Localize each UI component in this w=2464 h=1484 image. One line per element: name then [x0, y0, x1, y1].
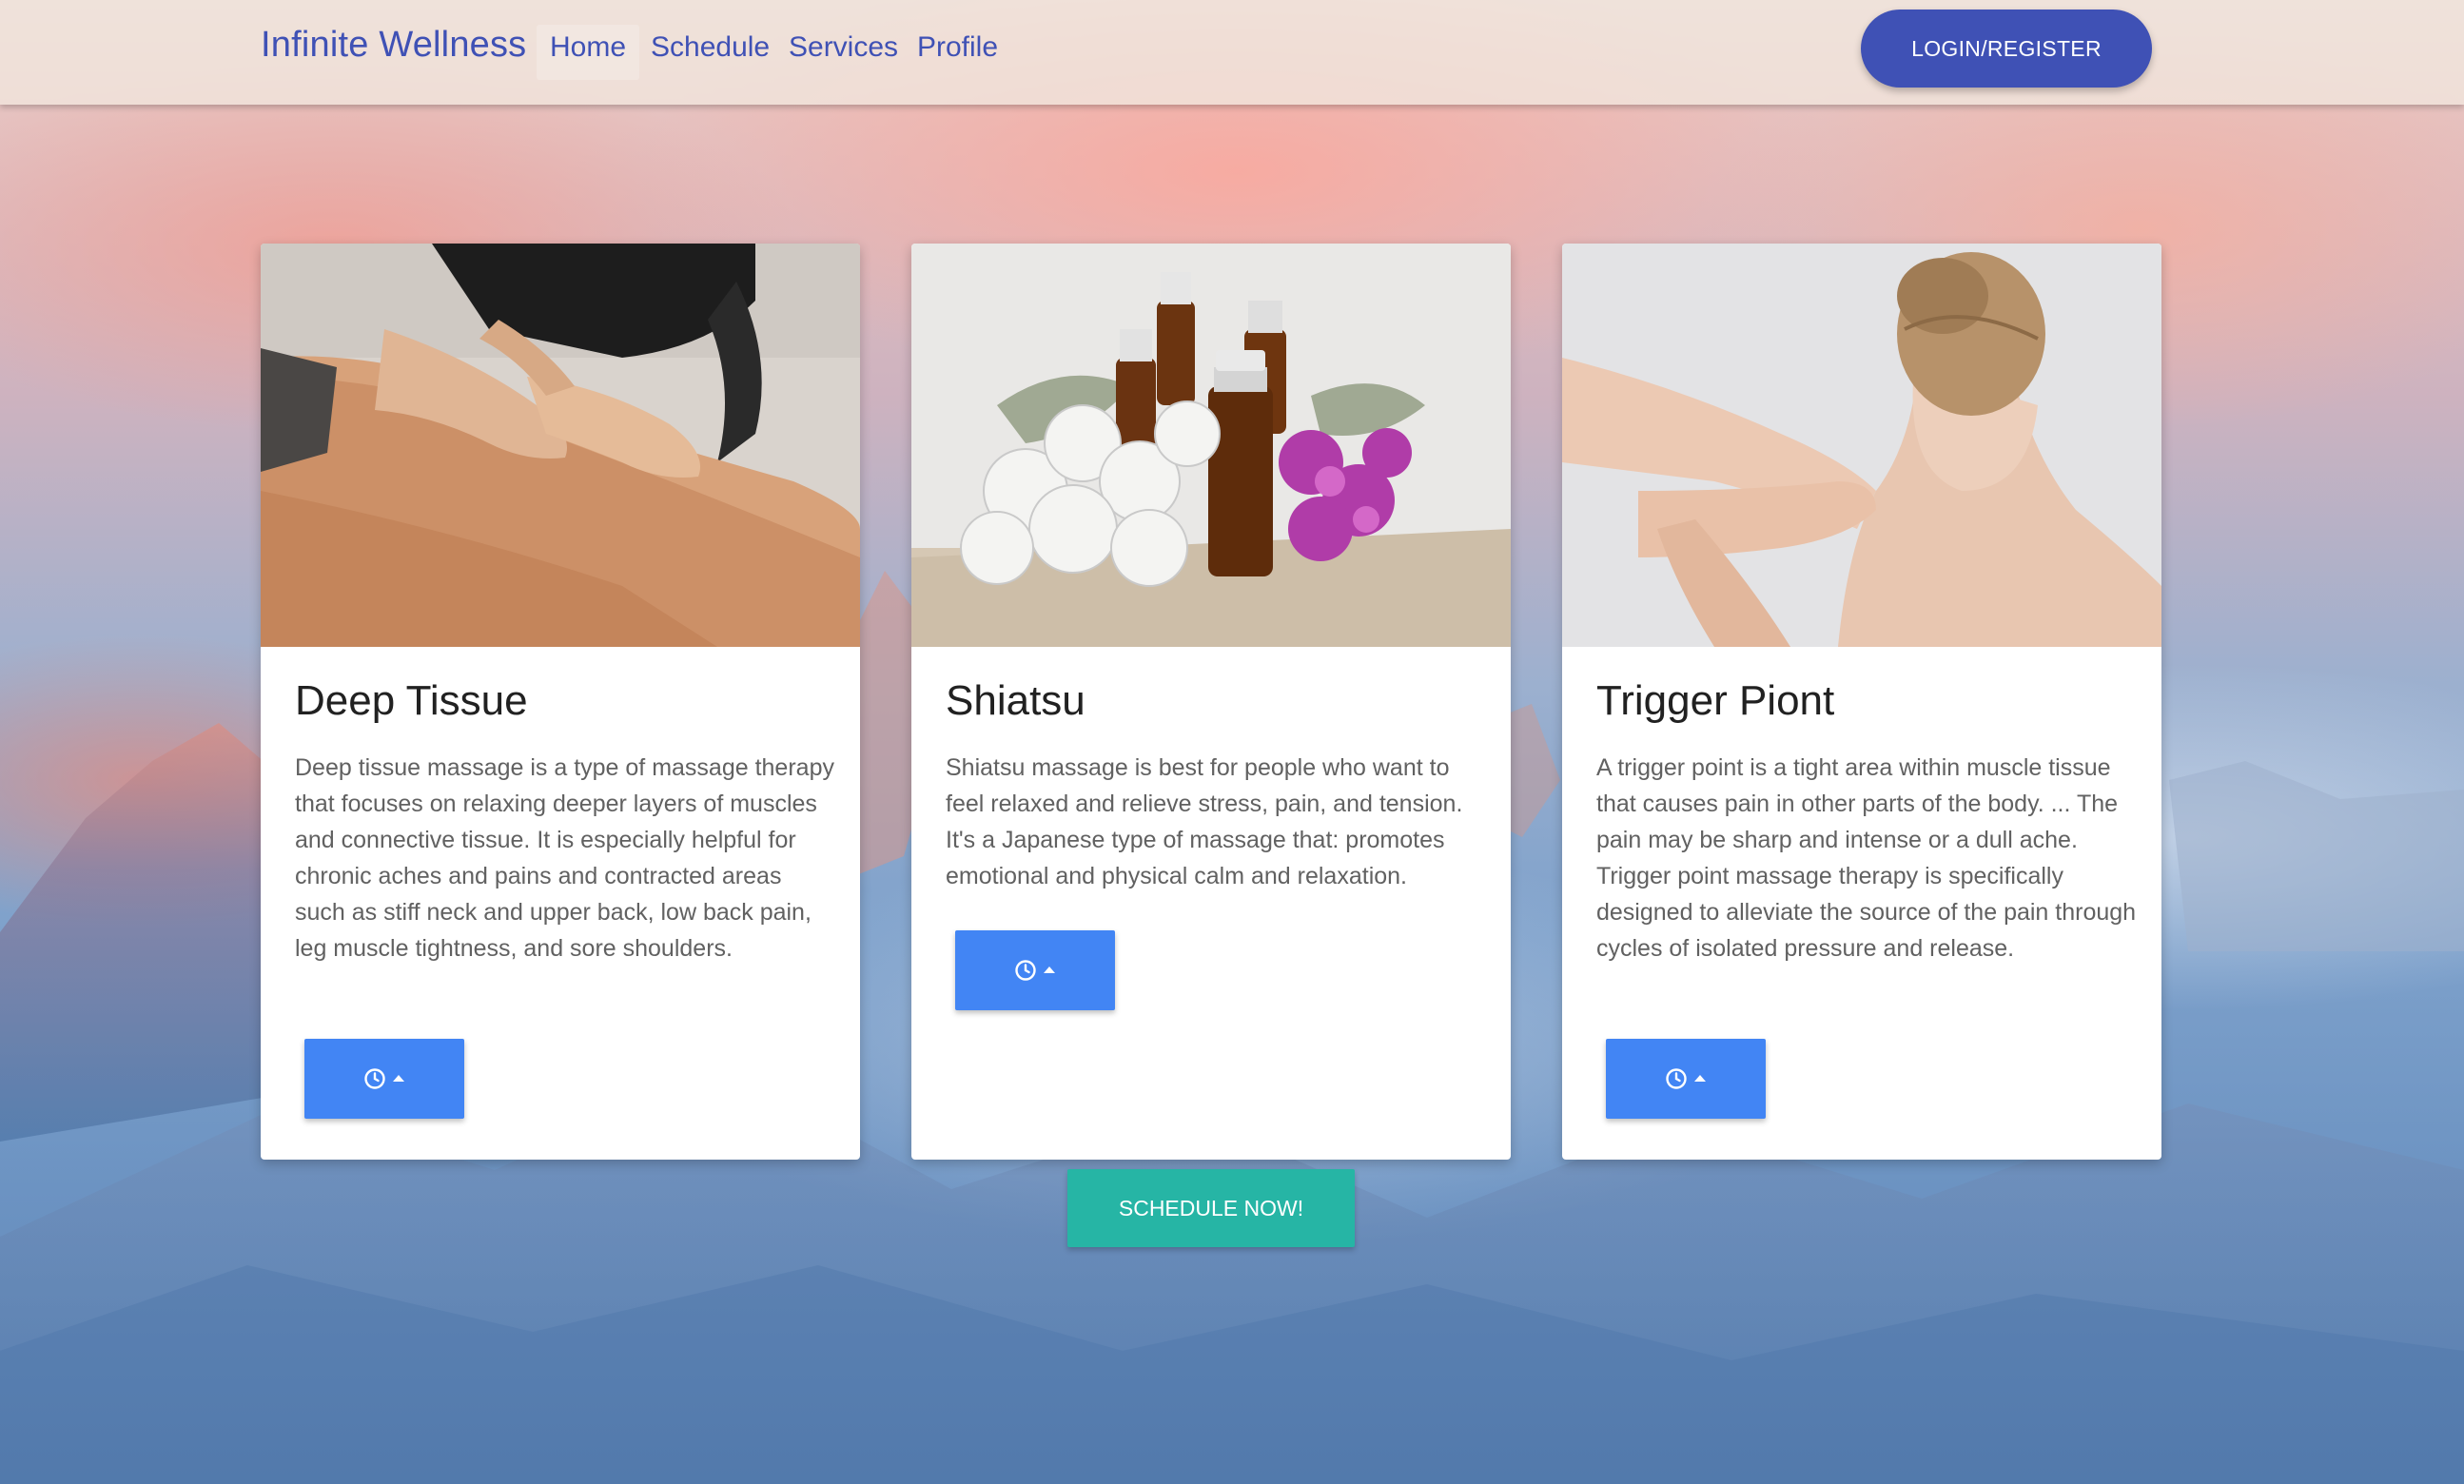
service-card-trigger-point: Trigger Piont A trigger point is a tight… — [1562, 244, 2161, 1160]
schedule-now-button[interactable]: SCHEDULE NOW! — [1067, 1169, 1355, 1247]
nav-link-services[interactable]: Services — [775, 25, 911, 80]
card-title: Shiatsu — [946, 677, 1085, 724]
nav-link-schedule[interactable]: Schedule — [637, 25, 783, 80]
clock-icon — [1015, 960, 1036, 981]
clock-icon — [364, 1068, 385, 1089]
card-description: A trigger point is a tight area within m… — [1596, 754, 2137, 962]
top-navbar: Infinite Wellness Home Schedule Services… — [0, 0, 2464, 105]
trigger-point-image — [1562, 244, 2161, 647]
service-card-deep-tissue: Deep Tissue Deep tissue massage is a typ… — [261, 244, 860, 1160]
card-description: Deep tissue massage is a type of massage… — [295, 754, 834, 962]
login-register-button[interactable]: LOGIN/REGISTER — [1861, 10, 2152, 88]
caret-up-icon — [1044, 967, 1055, 973]
caret-up-icon — [1694, 1075, 1706, 1082]
clock-icon — [1666, 1068, 1687, 1089]
shiatsu-image — [911, 244, 1511, 647]
caret-up-icon — [393, 1075, 404, 1082]
card-title: Deep Tissue — [295, 677, 528, 724]
deep-tissue-image — [261, 244, 860, 647]
nav-link-profile[interactable]: Profile — [904, 25, 1011, 80]
expand-details-button[interactable] — [955, 930, 1115, 1010]
expand-details-button[interactable] — [1606, 1039, 1766, 1119]
service-card-shiatsu: Shiatsu Shiatsu massage is best for peop… — [911, 244, 1511, 1160]
card-title: Trigger Piont — [1596, 677, 1835, 724]
expand-details-button[interactable] — [304, 1039, 464, 1119]
nav-link-home[interactable]: Home — [537, 25, 640, 80]
brand-logo[interactable]: Infinite Wellness — [261, 25, 526, 66]
card-description: Shiatsu massage is best for people who w… — [946, 754, 1463, 889]
